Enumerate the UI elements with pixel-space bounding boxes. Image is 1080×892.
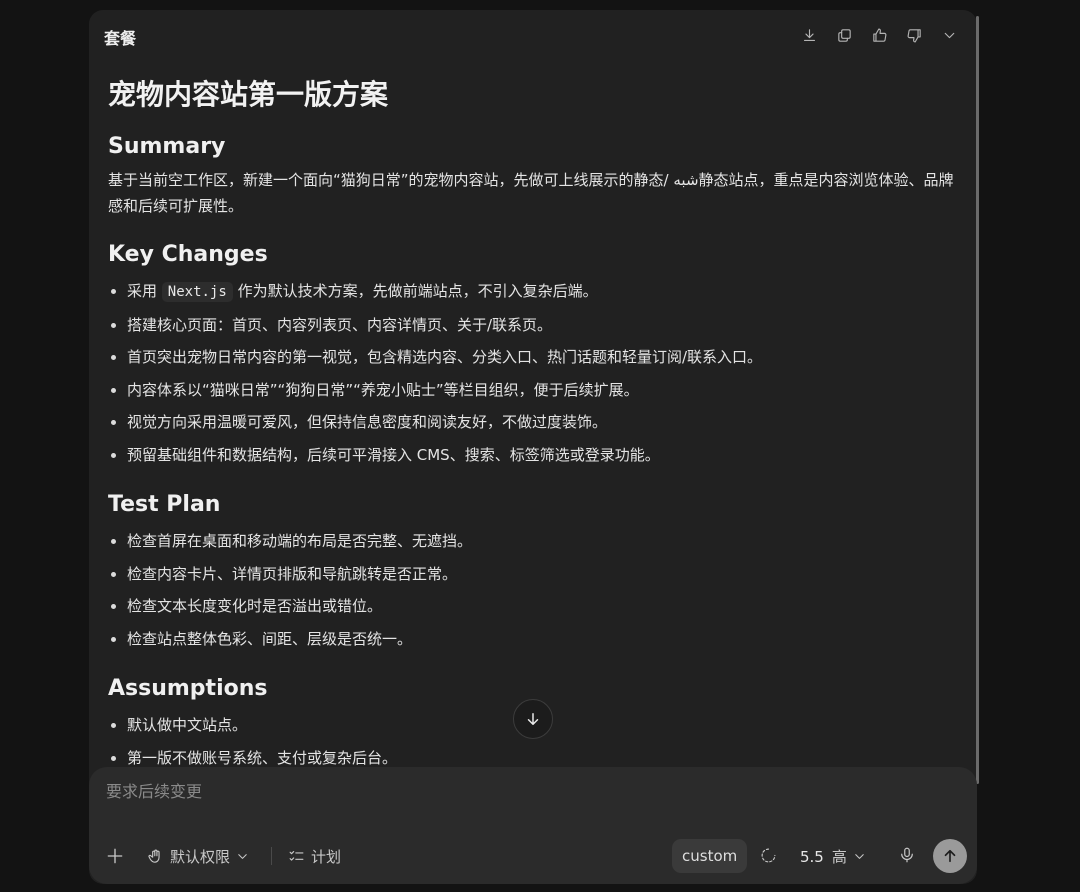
list-item: 视觉方向采用温暖可爱风，但保持信息密度和阅读友好，不做过度装饰。 bbox=[108, 406, 958, 439]
microphone-icon bbox=[901, 847, 913, 863]
plan-label: 计划 bbox=[311, 848, 342, 866]
chevron-down-icon[interactable] bbox=[939, 25, 959, 45]
list-item: 预留基础组件和数据结构，后续可平滑接入 CMS、搜索、标签筛选或登录功能。 bbox=[108, 439, 958, 472]
list-item: 第一版不做账号系统、支付或复杂后台。 bbox=[108, 742, 958, 771]
list-item: 搭建核心页面：首页、内容列表页、内容详情页、关于/联系页。 bbox=[108, 309, 958, 342]
header-actions bbox=[799, 25, 959, 45]
custom-pill[interactable]: custom bbox=[672, 839, 748, 873]
list-item: 首页突出宠物日常内容的第一视觉，包含精选内容、分类入口、热门话题和轻量订阅/联系… bbox=[108, 341, 958, 374]
composer: 默认权限 计划 custom 5.5 高 bbox=[89, 767, 977, 884]
list-item: 检查首屏在桌面和移动端的布局是否完整、无遮挡。 bbox=[108, 525, 958, 558]
loading-spinner-icon bbox=[760, 847, 777, 864]
download-icon[interactable] bbox=[799, 25, 819, 45]
copy-icon[interactable] bbox=[834, 25, 854, 45]
thumbs-up-icon[interactable] bbox=[869, 25, 889, 45]
list-item: 内容体系以“猫咪日常”“狗狗日常”“养宠小贴士”等栏目组织，便于后续扩展。 bbox=[108, 374, 958, 407]
permissions-label: 默认权限 bbox=[170, 848, 231, 866]
add-button[interactable] bbox=[105, 846, 125, 866]
send-button[interactable] bbox=[933, 839, 967, 873]
summary-heading: Summary bbox=[108, 134, 226, 159]
list-item: 检查站点整体色彩、间距、层级是否统一。 bbox=[108, 623, 958, 656]
card-header: 套餐 bbox=[89, 10, 977, 60]
model-selector[interactable]: 5.5 高 bbox=[800, 846, 867, 867]
card-title: 套餐 bbox=[104, 29, 137, 48]
inline-code: Next.js bbox=[161, 282, 233, 302]
key-changes-list: 采用 Next.js 作为默认技术方案，先做前端站点，不引入复杂后端。 搭建核心… bbox=[108, 275, 958, 471]
model-level: 高 bbox=[831, 848, 847, 866]
arrow-down-icon bbox=[527, 713, 539, 725]
plan-card: 套餐 宠物内容站第一版方案 Summary 基于当前空工作区，新建一个面向“猫狗… bbox=[89, 10, 977, 884]
plus-icon bbox=[107, 848, 123, 864]
test-plan-list: 检查首屏在桌面和移动端的布局是否完整、无遮挡。 检查内容卡片、详情页排版和导航跳… bbox=[108, 525, 958, 655]
composer-toolbar: 默认权限 计划 custom 5.5 高 bbox=[89, 839, 977, 873]
hand-icon bbox=[148, 849, 160, 863]
checklist-icon bbox=[289, 850, 304, 861]
list-item: 检查内容卡片、详情页排版和导航跳转是否正常。 bbox=[108, 558, 958, 591]
follow-up-input[interactable] bbox=[104, 781, 808, 802]
list-item: 采用 Next.js 作为默认技术方案，先做前端站点，不引入复杂后端。 bbox=[108, 275, 958, 309]
microphone-button[interactable] bbox=[898, 846, 916, 864]
permissions-dropdown[interactable]: 默认权限 bbox=[147, 846, 250, 867]
key-changes-heading: Key Changes bbox=[108, 242, 268, 267]
toolbar-divider bbox=[271, 847, 272, 865]
arrow-up-icon bbox=[944, 849, 956, 863]
test-plan-heading: Test Plan bbox=[108, 492, 221, 517]
plan-toggle[interactable]: 计划 bbox=[288, 846, 341, 867]
model-version: 5.5 bbox=[800, 847, 824, 866]
chevron-down-icon bbox=[855, 854, 864, 859]
scrollbar[interactable] bbox=[976, 16, 979, 784]
scroll-down-button[interactable] bbox=[513, 699, 553, 739]
doc-title: 宠物内容站第一版方案 bbox=[108, 78, 389, 111]
thumbs-down-icon[interactable] bbox=[904, 25, 924, 45]
list-item: 检查文本长度变化时是否溢出或错位。 bbox=[108, 590, 958, 623]
chevron-down-icon bbox=[238, 854, 247, 859]
summary-text: 基于当前空工作区，新建一个面向“猫狗日常”的宠物内容站，先做可上线展示的静态/ … bbox=[108, 171, 954, 215]
plan-content: 宠物内容站第一版方案 Summary 基于当前空工作区，新建一个面向“猫狗日常”… bbox=[108, 70, 958, 770]
